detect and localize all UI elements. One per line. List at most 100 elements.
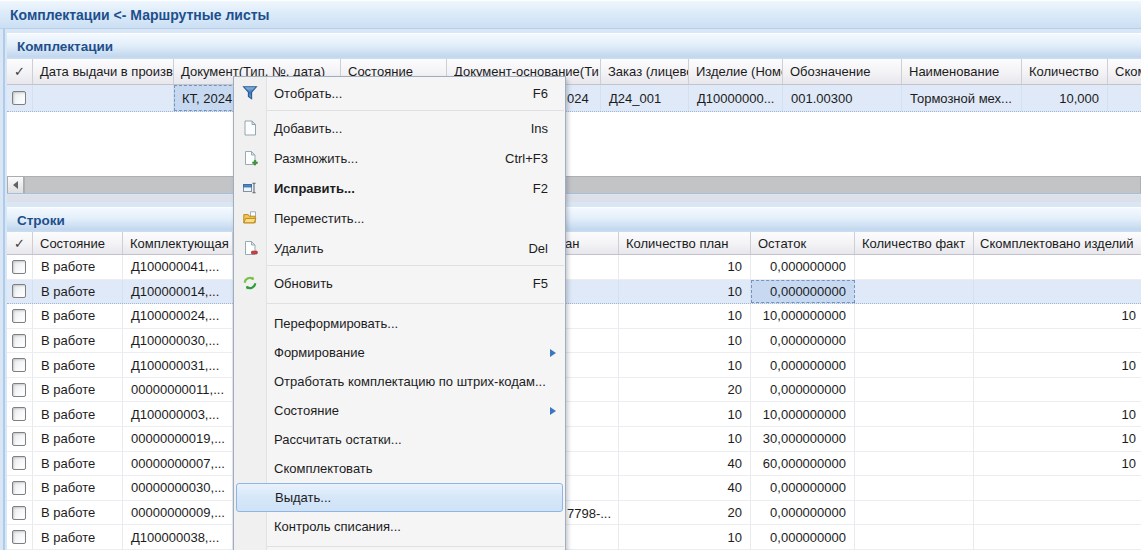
checkbox[interactable]	[12, 481, 26, 495]
table-row[interactable]: В работе 00000000011,... 20 0,000000000	[7, 378, 1141, 403]
cell-rest[interactable]: 60,000000000	[751, 452, 855, 476]
checkbox[interactable]	[12, 358, 26, 372]
cell-qty-plan[interactable]: 40	[619, 452, 751, 476]
column-header-name[interactable]: Наименование	[902, 59, 1022, 84]
cell-component[interactable]: Д100000024,...	[123, 304, 233, 328]
row-checkbox-cell[interactable]	[7, 476, 33, 500]
menu-item[interactable]: Переформировать...	[234, 309, 565, 338]
cell-assembled[interactable]	[974, 378, 1141, 402]
checkbox[interactable]	[12, 260, 26, 274]
cell-rest[interactable]: 10,000000000	[751, 304, 855, 328]
cell-state[interactable]: В работе	[33, 525, 123, 549]
menu-item[interactable]: Контроль списания...	[234, 512, 565, 541]
cell-component[interactable]: Д100000003,...	[123, 402, 233, 426]
cell-assembled[interactable]	[974, 329, 1141, 353]
cell-qty-plan[interactable]: 10	[619, 353, 751, 377]
cell-quantity[interactable]: 10,000	[1022, 85, 1108, 111]
checkbox[interactable]	[12, 530, 26, 544]
menu-item[interactable]: Скомплектовать	[234, 454, 565, 483]
checkbox[interactable]	[12, 309, 26, 323]
menu-item[interactable]: Исправить...F2	[234, 173, 565, 203]
cell-designation[interactable]: 001.00300	[783, 85, 902, 111]
cell-qty-fact[interactable]	[855, 255, 974, 279]
cell-state[interactable]: В работе	[33, 402, 123, 426]
checkbox[interactable]	[12, 91, 26, 105]
checkbox[interactable]	[12, 284, 26, 298]
cell-component[interactable]: 00000000019,...	[123, 427, 233, 451]
checkbox[interactable]	[12, 407, 26, 421]
cell-state[interactable]: В работе	[33, 427, 123, 451]
row-checkbox-cell[interactable]	[7, 280, 33, 304]
row-checkbox-cell[interactable]	[7, 525, 33, 549]
cell-state[interactable]: В работе	[33, 476, 123, 500]
row-checkbox-cell[interactable]	[7, 255, 33, 279]
column-header-qty-plan[interactable]: Количество план	[619, 232, 751, 254]
cell-rest[interactable]: 30,000000000	[751, 427, 855, 451]
cell-rest[interactable]: 0,000000000	[751, 255, 855, 279]
column-header-component[interactable]: Комплектующая	[123, 232, 233, 254]
cell-qty-plan[interactable]: 10	[619, 255, 751, 279]
column-header-rest[interactable]: Остаток	[751, 232, 855, 254]
checkbox[interactable]	[12, 383, 26, 397]
cell-component[interactable]: Д100000031,...	[123, 353, 233, 377]
column-header-state[interactable]: Состояние	[33, 232, 123, 254]
menu-item[interactable]: Рассчитать остатки...	[234, 425, 565, 454]
cell-assembled[interactable]	[974, 280, 1141, 304]
cell-qty-fact[interactable]	[855, 378, 974, 402]
cell-name[interactable]: Тормозной мех...	[902, 85, 1022, 111]
checkbox[interactable]	[12, 334, 26, 348]
scrollbar-left-button[interactable]	[7, 176, 24, 194]
menu-item[interactable]: Состояние	[234, 396, 565, 425]
cell-rest[interactable]: 0,000000000	[751, 501, 855, 525]
cell-qty-plan[interactable]: 10	[619, 329, 751, 353]
table-row[interactable]: В работе Д100000014,... 10 0,000000000	[7, 280, 1141, 305]
cell-qty-plan[interactable]: 10	[619, 427, 751, 451]
menu-item[interactable]: Переместить...	[234, 203, 565, 233]
cell-qty-fact[interactable]	[855, 280, 974, 304]
cell-qty-plan[interactable]: 40	[619, 476, 751, 500]
cell-state[interactable]: В работе	[33, 452, 123, 476]
cell-rest[interactable]: 0,000000000	[751, 378, 855, 402]
cell-assembled[interactable]	[1108, 85, 1141, 111]
column-header-designation[interactable]: Обозначение	[783, 59, 902, 84]
row-checkbox-cell[interactable]	[7, 501, 33, 525]
cell-component[interactable]: Д100000041,...	[123, 255, 233, 279]
cell-rest[interactable]: 0,000000000	[751, 329, 855, 353]
cell-component[interactable]: Д100000014,...	[123, 280, 233, 304]
table-row[interactable]: В работе Д100000041,... 10 0,000000000	[7, 255, 1141, 280]
cell-component[interactable]: 00000000009,...	[123, 501, 233, 525]
column-header-qty-fact[interactable]: Количество факт	[855, 232, 974, 254]
cell-state[interactable]: В работе	[33, 329, 123, 353]
menu-item[interactable]: Выдать...	[236, 483, 563, 512]
checkbox[interactable]	[12, 456, 26, 470]
cell-assembled[interactable]: 10	[974, 304, 1141, 328]
table-row[interactable]: В работе Д100000024,... 10 10,000000000 …	[7, 304, 1141, 329]
cell-qty-plan[interactable]: 20	[619, 378, 751, 402]
scrollbar-thumb[interactable]	[24, 176, 1141, 194]
cell-date-issued[interactable]	[33, 85, 174, 111]
cell-order[interactable]: Д24_001	[601, 85, 689, 111]
cell-assembled[interactable]: 10	[974, 452, 1141, 476]
row-checkbox-cell[interactable]	[7, 402, 33, 426]
cell-qty-plan[interactable]: 10	[619, 280, 751, 304]
cell-rest[interactable]: 0,000000000	[751, 525, 855, 549]
row-checkbox-cell[interactable]	[7, 378, 33, 402]
cell-assembled[interactable]	[974, 525, 1141, 549]
menu-item[interactable]: Отработать комплектацию по штрих-кодам..…	[234, 367, 565, 396]
cell-qty-fact[interactable]	[855, 304, 974, 328]
cell-rest[interactable]: 0,000000000	[751, 280, 855, 304]
cell-assembled[interactable]: 10	[974, 353, 1141, 377]
table-row[interactable]: В работе Д100000031,... 10 0,000000000 1…	[7, 353, 1141, 378]
cell-rest[interactable]: 10,000000000	[751, 402, 855, 426]
cell-qty-fact[interactable]	[855, 452, 974, 476]
cell-state[interactable]: В работе	[33, 353, 123, 377]
menu-item[interactable]: Добавить...Ins	[234, 113, 565, 143]
cell-rest[interactable]: 0,000000000	[751, 476, 855, 500]
cell-assembled[interactable]: 10	[974, 427, 1141, 451]
cell-state[interactable]: В работе	[33, 304, 123, 328]
menu-item[interactable]: ОбновитьF5	[234, 268, 565, 298]
horizontal-scrollbar[interactable]	[7, 176, 1141, 194]
table-row[interactable]: В работе 00000000007,... 40 60,000000000…	[7, 452, 1141, 477]
cell-state[interactable]: В работе	[33, 255, 123, 279]
cell-assembled[interactable]: 10	[974, 402, 1141, 426]
